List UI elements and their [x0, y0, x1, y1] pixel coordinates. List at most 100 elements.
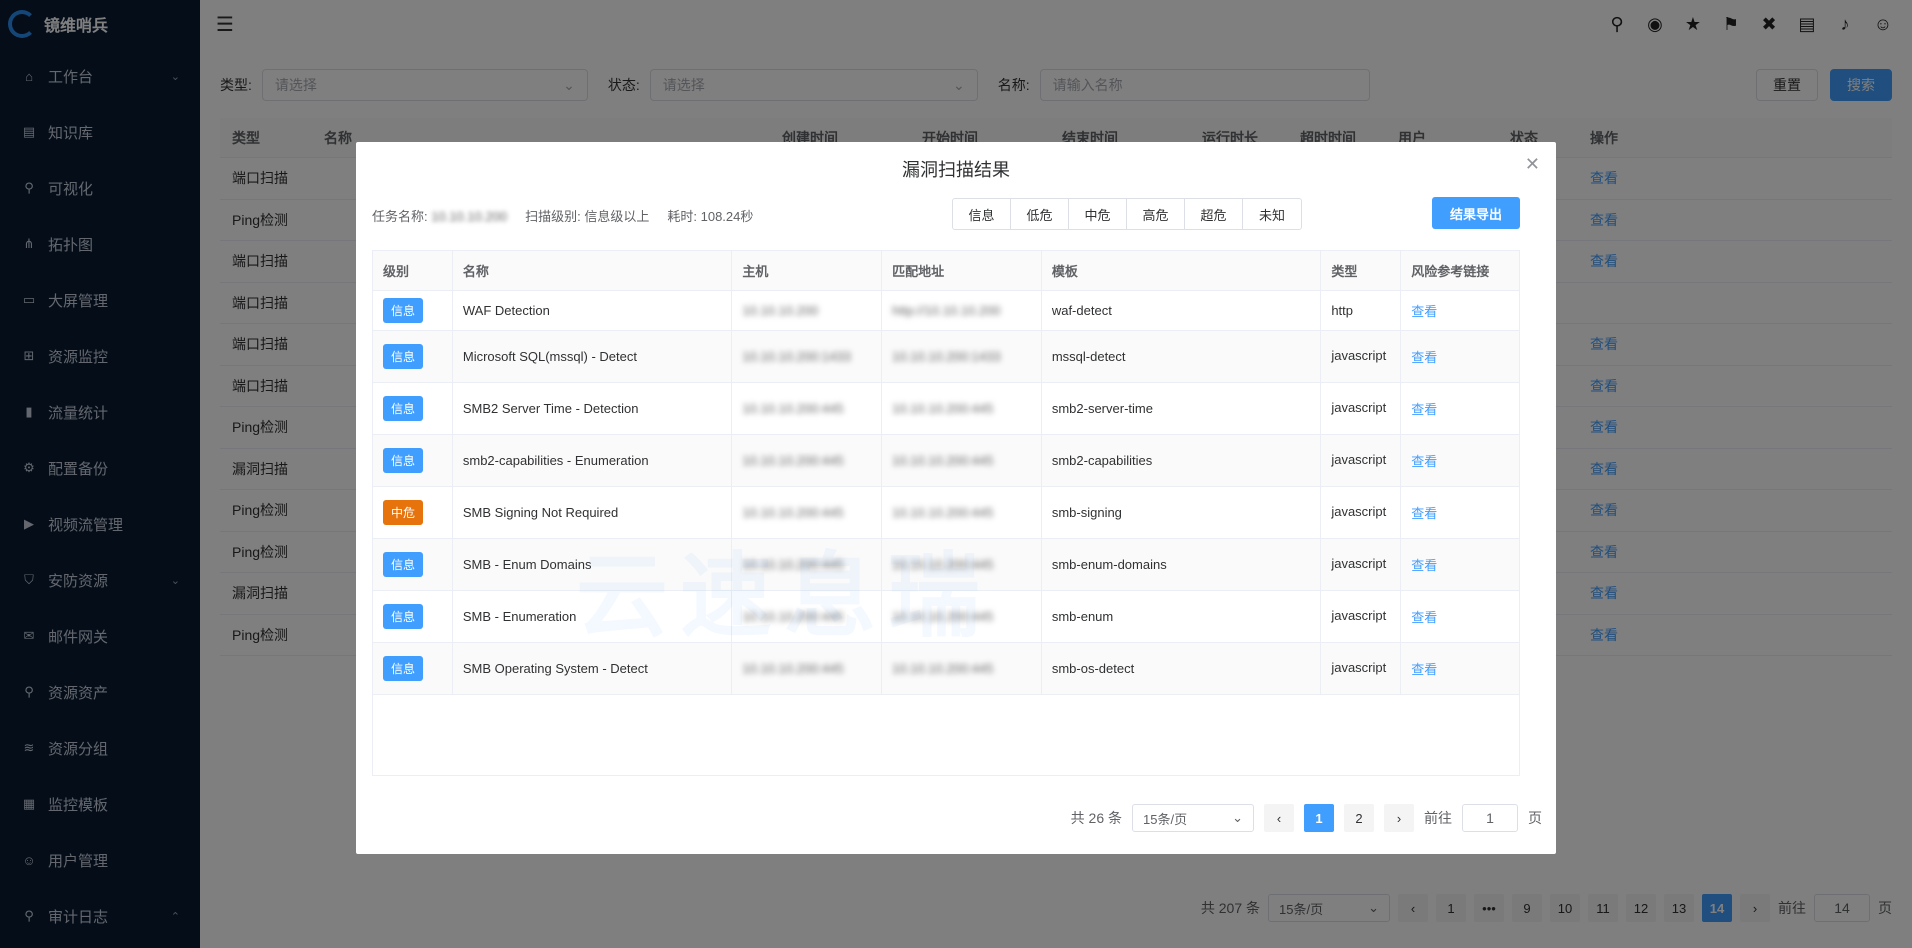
- template-cell: smb2-capabilities: [1042, 435, 1322, 486]
- link-cell: 查看: [1401, 331, 1519, 382]
- link-cell: 查看: [1401, 539, 1519, 590]
- level-filter-button[interactable]: 低危: [1011, 199, 1069, 229]
- goto-page-input[interactable]: 1: [1462, 804, 1518, 832]
- result-pager: 共 26 条 15条/页 ⌄ ‹ 1 2 › 前往 1 页: [1071, 804, 1542, 832]
- match-value: 10.10.10.200:445: [892, 661, 994, 676]
- level-badge: 中危: [383, 500, 424, 525]
- chevron-down-icon: ⌄: [1232, 810, 1243, 825]
- match-cell: 10.10.10.200:445: [882, 539, 1042, 590]
- match-value: 10.10.10.200:445: [892, 401, 994, 416]
- host-cell: 10.10.10.200: [732, 291, 883, 330]
- match-cell: 10.10.10.200:1433: [882, 331, 1042, 382]
- level-filter-button[interactable]: 未知: [1243, 199, 1301, 229]
- template-cell: smb-os-detect: [1042, 643, 1322, 694]
- level-filter-button[interactable]: 高危: [1127, 199, 1185, 229]
- type-value: javascript: [1331, 556, 1387, 572]
- close-icon[interactable]: ✕: [1525, 154, 1540, 175]
- task-name-info: 任务名称: 10.10.10.200: [372, 206, 507, 225]
- level-cell: 中危: [373, 487, 453, 538]
- host-value: 10.10.10.200:445: [742, 505, 844, 520]
- level-cell: 信息: [373, 539, 453, 590]
- level-filter-button[interactable]: 超危: [1185, 199, 1243, 229]
- vuln-name: smb2-capabilities - Enumeration: [453, 435, 733, 486]
- level-cell: 信息: [373, 643, 453, 694]
- level-cell: 信息: [373, 435, 453, 486]
- link-cell: 查看: [1401, 487, 1519, 538]
- column-header: 名称: [453, 251, 733, 291]
- risk-link[interactable]: 查看: [1411, 451, 1437, 470]
- host-value: 10.10.10.200: [742, 303, 819, 318]
- scan-level-info: 扫描级别: 信息级以上: [525, 209, 650, 224]
- match-cell: 10.10.10.200:445: [882, 643, 1042, 694]
- prev-page-button[interactable]: ‹: [1264, 804, 1294, 832]
- type-cell: javascript: [1321, 591, 1402, 642]
- result-row: 信息 SMB - Enumeration 10.10.10.200:445 10.10…: [373, 591, 1519, 643]
- column-header: 类型: [1321, 251, 1402, 291]
- host-value: 10.10.10.200:445: [742, 401, 844, 416]
- host-value: 10.10.10.200:445: [742, 453, 844, 468]
- level-badge: 信息: [383, 298, 424, 323]
- column-header: 级别: [373, 251, 453, 291]
- host-value: 10.10.10.200:445: [742, 557, 844, 572]
- host-value: 10.10.10.200:1433: [742, 349, 851, 364]
- result-row: 信息 SMB - Enum Domains 10.10.10.200:445 10.1…: [373, 539, 1519, 591]
- scan-result-dialog: 漏洞扫描结果 ✕ 任务名称: 10.10.10.200 扫描级别: 信息级以上 …: [356, 142, 1556, 854]
- page-suffix: 页: [1528, 810, 1542, 826]
- page-size-select[interactable]: 15条/页 ⌄: [1132, 804, 1254, 832]
- risk-link[interactable]: 查看: [1411, 347, 1437, 366]
- type-cell: javascript: [1321, 487, 1402, 538]
- type-value: javascript: [1331, 608, 1387, 624]
- host-cell: 10.10.10.200:445: [732, 487, 883, 538]
- match-value: 10.10.10.200:445: [892, 453, 994, 468]
- link-cell: 查看: [1401, 291, 1519, 330]
- type-cell: javascript: [1321, 383, 1402, 434]
- result-row: 信息 WAF Detection 10.10.10.200 http://10.10.…: [373, 291, 1519, 331]
- result-row: 信息 Microsoft SQL(mssql) - Detect 10.10.10.…: [373, 331, 1519, 383]
- level-cell: 信息: [373, 383, 453, 434]
- type-value: javascript: [1331, 660, 1387, 676]
- risk-link[interactable]: 查看: [1411, 659, 1437, 678]
- level-filter-group: 信息 低危 中危 高危 超危 未知: [952, 198, 1302, 230]
- host-cell: 10.10.10.200:445: [732, 539, 883, 590]
- host-value: 10.10.10.200:445: [742, 661, 844, 676]
- vuln-name: SMB - Enumeration: [453, 591, 733, 642]
- pager-total: 共 26 条: [1070, 810, 1122, 826]
- vuln-name: SMB - Enum Domains: [453, 539, 733, 590]
- level-badge: 信息: [383, 656, 424, 681]
- type-cell: javascript: [1321, 435, 1402, 486]
- template-cell: mssql-detect: [1042, 331, 1322, 382]
- host-cell: 10.10.10.200:445: [732, 435, 883, 486]
- template-cell: smb-signing: [1042, 487, 1322, 538]
- dialog-title: 漏洞扫描结果: [902, 160, 1010, 180]
- template-cell: smb2-server-time: [1042, 383, 1322, 434]
- next-page-button[interactable]: ›: [1384, 804, 1414, 832]
- template-cell: smb-enum-domains: [1042, 539, 1322, 590]
- host-cell: 10.10.10.200:445: [732, 591, 883, 642]
- match-cell: 10.10.10.200:445: [882, 591, 1042, 642]
- type-cell: javascript: [1321, 331, 1402, 382]
- level-cell: 信息: [373, 291, 453, 330]
- task-name-label: 任务名称:: [372, 209, 428, 224]
- level-filter-button[interactable]: 中危: [1069, 199, 1127, 229]
- risk-link[interactable]: 查看: [1411, 607, 1437, 626]
- type-value: http: [1331, 303, 1354, 318]
- level-badge: 信息: [383, 604, 424, 629]
- export-button[interactable]: 结果导出: [1432, 197, 1520, 229]
- match-value: 10.10.10.200:445: [892, 609, 994, 624]
- template-cell: smb-enum: [1042, 591, 1322, 642]
- risk-link[interactable]: 查看: [1411, 555, 1437, 574]
- risk-link[interactable]: 查看: [1411, 399, 1437, 418]
- scan-meta: 任务名称: 10.10.10.200 扫描级别: 信息级以上 耗时: 108.2…: [372, 206, 753, 225]
- type-value: javascript: [1331, 400, 1387, 416]
- result-table-header: 级别 名称 主机 匹配地址 模板 类型 风险参考链接: [373, 251, 1519, 291]
- type-value: javascript: [1331, 452, 1387, 468]
- duration-info: 耗时: 108.24秒: [667, 209, 754, 224]
- risk-link[interactable]: 查看: [1411, 503, 1437, 522]
- risk-link[interactable]: 查看: [1411, 301, 1437, 320]
- level-badge: 信息: [383, 448, 424, 473]
- page-number[interactable]: 1: [1304, 804, 1334, 832]
- page-number[interactable]: 2: [1344, 804, 1374, 832]
- vuln-name: SMB Signing Not Required: [453, 487, 733, 538]
- level-filter-button[interactable]: 信息: [953, 199, 1011, 229]
- type-cell: http: [1321, 291, 1402, 330]
